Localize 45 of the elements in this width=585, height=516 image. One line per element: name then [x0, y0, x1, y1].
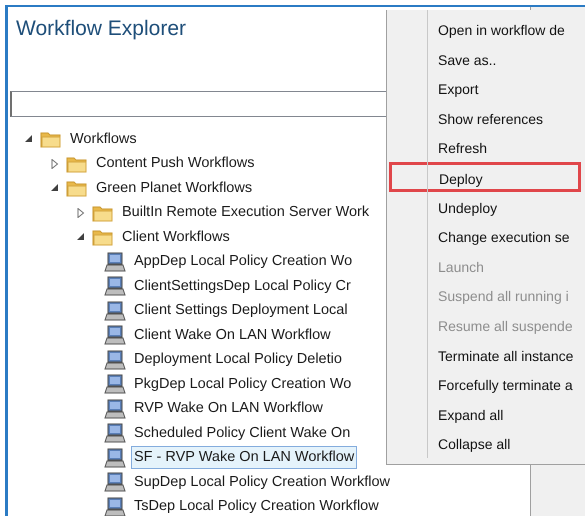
menu-item[interactable]: Show references — [389, 102, 581, 132]
computer-icon — [104, 252, 126, 272]
collapse-arrow-icon[interactable] — [76, 232, 86, 242]
computer-icon — [104, 374, 126, 394]
menu-item[interactable]: Forcefully terminate a — [389, 369, 581, 399]
tree-item[interactable]: Workflows — [67, 128, 140, 151]
computer-icon — [104, 423, 126, 444]
computer-icon — [104, 472, 126, 492]
collapse-arrow-icon[interactable] — [50, 183, 60, 194]
tree-item[interactable]: Deployment Local Policy Deletio — [131, 348, 345, 372]
menu-item[interactable]: Refresh — [389, 132, 581, 162]
tree-item[interactable]: Client Workflows — [119, 226, 233, 249]
tree-item[interactable]: AppDep Local Policy Creation Wo — [131, 250, 356, 274]
expander-arrow-icon[interactable] — [76, 208, 86, 218]
menu-item[interactable]: Expand all — [389, 398, 581, 428]
tree-item[interactable]: ClientSettingsDep Local Policy Cr — [131, 274, 354, 298]
menu-item[interactable]: Open in workflow de — [389, 14, 581, 44]
menu-item[interactable]: Terminate all instance — [389, 340, 581, 370]
collapse-arrow-icon[interactable] — [24, 134, 34, 144]
tree-item[interactable]: RVP Wake On LAN Workflow — [131, 397, 326, 420]
tree-item[interactable]: Client Settings Deployment Local — [131, 299, 351, 322]
computer-icon — [104, 350, 126, 370]
menu-item[interactable]: Collapse all — [389, 428, 581, 458]
expander-arrow-icon[interactable] — [50, 158, 60, 169]
tree-item[interactable]: Client Wake On LAN Workflow — [131, 324, 334, 347]
tree-item[interactable]: Content Push Workflows — [93, 152, 258, 176]
tree-item[interactable]: Green Planet Workflows — [93, 176, 256, 200]
tree-item[interactable]: TsDep Local Policy Creation Workflow — [131, 495, 382, 516]
menu-item[interactable]: Change execution se — [389, 221, 581, 251]
panel-title: Workflow Explorer — [16, 16, 186, 42]
computer-icon — [104, 325, 126, 346]
computer-icon — [104, 300, 126, 321]
menu-item[interactable]: Export — [389, 73, 581, 103]
tree-item[interactable]: BuiltIn Remote Execution Server Work — [119, 201, 372, 224]
tree-item[interactable]: SF - RVP Wake On LAN Workflow — [131, 446, 358, 470]
menu-item[interactable]: Save as.. — [389, 44, 581, 74]
tree-item[interactable]: SupDep Local Policy Creation Workflow — [131, 470, 394, 494]
tree-item[interactable]: PkgDep Local Policy Creation Wo — [131, 372, 354, 396]
tree-item[interactable]: Scheduled Policy Client Wake On — [131, 422, 354, 445]
menu-item[interactable]: Undeploy — [389, 192, 581, 222]
computer-icon — [104, 496, 126, 516]
computer-icon — [104, 398, 126, 419]
computer-icon — [104, 276, 126, 296]
computer-icon — [104, 448, 126, 468]
menu-item[interactable]: Deploy — [389, 162, 581, 192]
